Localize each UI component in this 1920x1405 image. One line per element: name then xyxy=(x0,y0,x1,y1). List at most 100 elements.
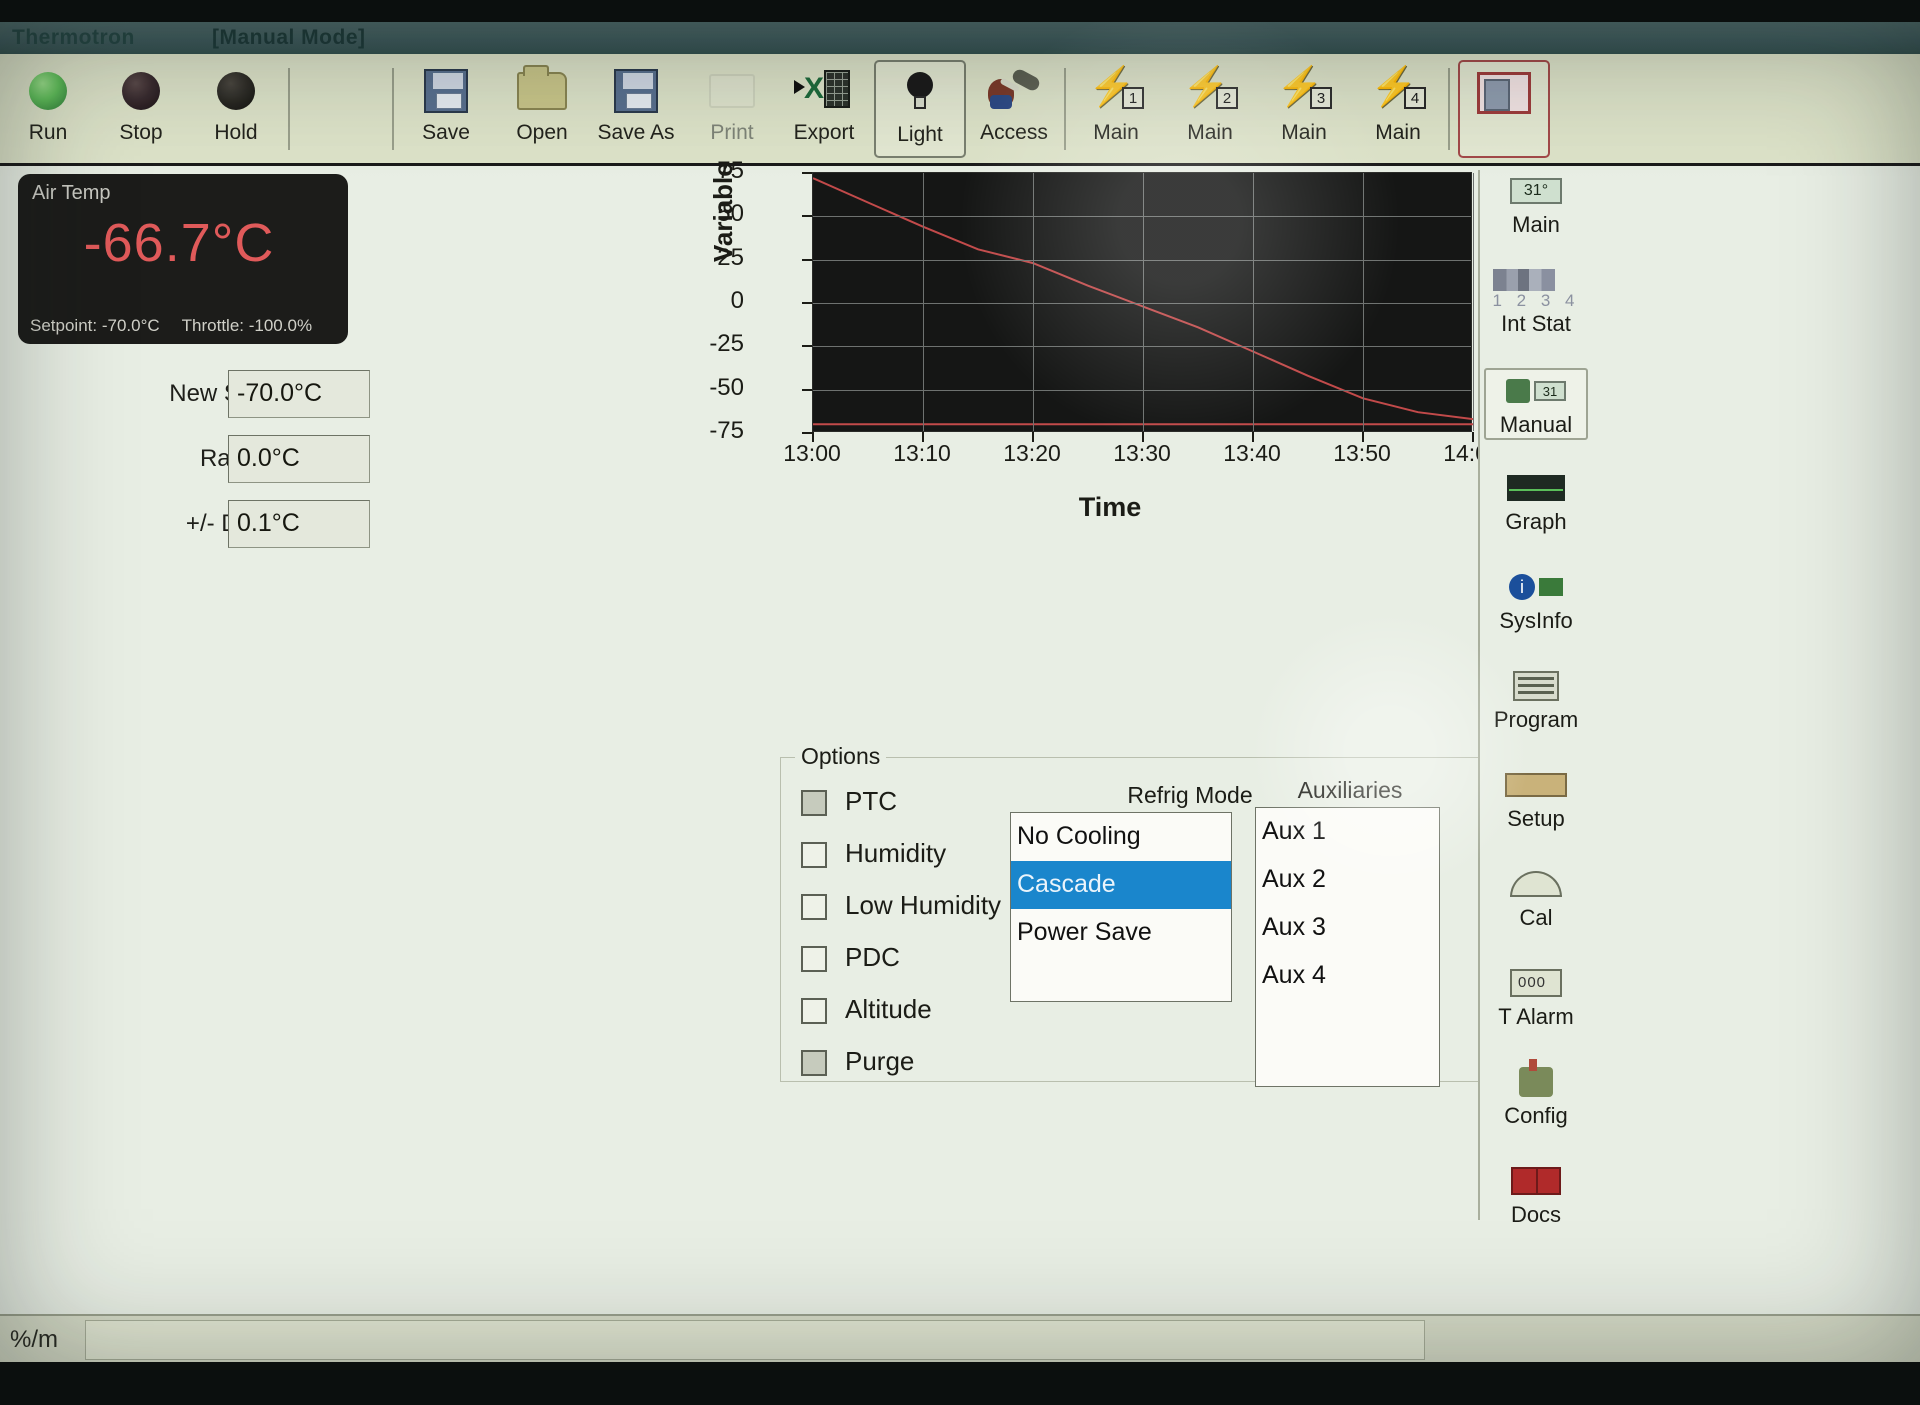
channel-badge: 3 xyxy=(1310,87,1332,109)
chart-y-tick-label: 75 xyxy=(717,157,744,184)
chart-y-tick-mark xyxy=(802,172,812,174)
toolbar-divider xyxy=(392,68,394,150)
export-button-label: Export xyxy=(793,121,855,144)
sidebar-item-manual[interactable]: 31 Manual xyxy=(1484,368,1588,440)
chart-gridline-h xyxy=(813,259,1471,261)
main-channel-3-button[interactable]: ⚡ 3 Main xyxy=(1258,60,1350,158)
chart-x-tick-mark xyxy=(922,432,924,442)
chart-y-tick-mark xyxy=(802,215,812,218)
save-as-button[interactable]: Save As xyxy=(590,60,682,158)
checkbox-label: PDC xyxy=(845,942,900,972)
sidebar-item-label: Setup xyxy=(1507,806,1565,831)
sidebar-item-label: Program xyxy=(1493,707,1579,732)
sidebar-item-config[interactable]: Config xyxy=(1484,1059,1588,1129)
sidebar-item-program[interactable]: Program xyxy=(1484,665,1588,733)
main-channel-4-label: Main xyxy=(1375,121,1421,144)
main-channel-2-button[interactable]: ⚡ 2 Main xyxy=(1164,60,1256,158)
red-lamp-icon xyxy=(95,60,187,122)
stop-button[interactable]: Stop xyxy=(95,60,187,158)
chart-y-tick-mark xyxy=(802,258,812,261)
printer-icon xyxy=(686,60,778,122)
deviation-input[interactable]: 0.1°C xyxy=(228,500,370,548)
print-button[interactable]: Print xyxy=(686,60,778,158)
hold-button[interactable]: Hold xyxy=(190,60,282,158)
sidebar-item-label: Int Stat xyxy=(1501,311,1571,336)
lightning-bolt-icon: ⚡ 3 xyxy=(1258,60,1350,122)
auxiliaries-list[interactable]: Aux 1 Aux 2 Aux 3 Aux 4 xyxy=(1255,807,1440,1087)
chart-gridline-h xyxy=(813,303,1471,304)
chart-x-tick-label: 13:20 xyxy=(1003,440,1061,466)
auxiliary-item[interactable]: Aux 1 xyxy=(1256,808,1439,856)
checkbox-box[interactable] xyxy=(801,998,827,1024)
ramp-rate-row: Ramp Rate: 0.0°C xyxy=(200,435,560,483)
light-button-label: Light xyxy=(897,123,943,146)
new-set-point-input[interactable]: -70.0°C xyxy=(228,370,370,418)
auxiliary-item[interactable]: Aux 4 xyxy=(1256,952,1439,1000)
chart-gridline-h xyxy=(813,216,1471,218)
window-mode-title: [Manual Mode] xyxy=(212,26,366,49)
air-temp-value: -66.7°C xyxy=(83,213,275,273)
setpoint-throttle-line: Setpoint: -70.0°C Throttle: -100.0% xyxy=(30,316,312,336)
checkbox-box[interactable] xyxy=(801,946,827,972)
lightning-bolt-icon: ⚡ 1 xyxy=(1070,60,1162,122)
sidebar-item-int-stat[interactable]: 1 2 3 4 Int Stat xyxy=(1484,269,1588,337)
key-access-icon xyxy=(968,60,1060,122)
checkbox-box[interactable] xyxy=(801,894,827,920)
print-button-label: Print xyxy=(710,121,754,144)
chart-x-tick-mark xyxy=(1142,432,1144,442)
refrig-mode-item[interactable]: No Cooling xyxy=(1011,813,1231,861)
auxiliary-item[interactable]: Aux 3 xyxy=(1256,904,1439,952)
access-button[interactable]: Access xyxy=(968,60,1060,158)
chamber-door-button[interactable] xyxy=(1458,60,1550,158)
ramp-rate-input[interactable]: 0.0°C xyxy=(228,435,370,483)
light-button[interactable]: Light xyxy=(874,60,966,158)
manual-hand-icon: 31 xyxy=(1486,370,1586,412)
chart-gridline-v xyxy=(1363,173,1364,431)
checkbox-box[interactable] xyxy=(801,790,827,816)
main-channel-3-label: Main xyxy=(1281,121,1327,144)
checkbox-label: Humidity xyxy=(845,838,947,868)
open-folder-icon xyxy=(496,60,588,122)
throttle-text: Throttle: -100.0% xyxy=(181,316,313,335)
export-spreadsheet-icon: X xyxy=(778,60,870,122)
sidebar-item-label: Cal xyxy=(1519,905,1553,930)
window-title-bar: Thermotron [Manual Mode] xyxy=(0,22,1920,54)
checkbox-label: PTC xyxy=(845,786,897,816)
chart-gridline-v xyxy=(1253,173,1254,431)
chart-y-tick-label: 50 xyxy=(717,200,744,228)
new-set-point-row: New Set Point: -70.0°C xyxy=(169,370,560,418)
run-button[interactable]: Run xyxy=(2,60,94,158)
refrig-mode-item[interactable]: Power Save xyxy=(1011,909,1231,957)
chart-x-tick-label: 13:00 xyxy=(783,440,841,466)
auxiliary-item[interactable]: Aux 2 xyxy=(1256,856,1439,904)
checkbox-box[interactable] xyxy=(801,842,827,868)
sidebar-item-t-alarm[interactable]: T Alarm xyxy=(1484,962,1588,1030)
open-button[interactable]: Open xyxy=(496,60,588,158)
refrig-mode-list[interactable]: No Cooling Cascade Power Save xyxy=(1010,812,1232,1002)
checkbox-box[interactable] xyxy=(801,1050,827,1076)
amber-lamp-icon xyxy=(190,60,282,122)
sidebar-item-sysinfo[interactable]: i SysInfo xyxy=(1484,566,1588,634)
refrig-mode-item[interactable]: Cascade xyxy=(1011,861,1231,909)
sidebar-item-docs[interactable]: Docs xyxy=(1484,1160,1588,1228)
checkbox-purge[interactable]: Purge xyxy=(801,1046,1061,1088)
export-button[interactable]: X Export xyxy=(778,60,870,158)
main-channel-4-button[interactable]: ⚡ 4 Main xyxy=(1352,60,1444,158)
sidebar-item-main[interactable]: 31° Main xyxy=(1484,170,1588,238)
program-list-icon xyxy=(1484,665,1588,707)
main-channel-1-button[interactable]: ⚡ 1 Main xyxy=(1070,60,1162,158)
sidebar-item-graph[interactable]: Graph xyxy=(1484,467,1588,535)
options-group-title: Options xyxy=(795,743,887,770)
save-button[interactable]: Save xyxy=(400,60,492,158)
setup-slider-icon xyxy=(1484,764,1588,806)
thermometer-alarm-icon xyxy=(1484,962,1588,1004)
sidebar-item-label: Config xyxy=(1504,1103,1568,1128)
chart-x-tick-label: 13:40 xyxy=(1223,440,1281,466)
variable-vs-time-chart: Variable 75 50 25 0 -25 -50 -75 13:00 13:10 13:2… xyxy=(708,157,1501,562)
run-button-label: Run xyxy=(28,121,68,144)
sidebar-item-setup[interactable]: Setup xyxy=(1484,764,1588,832)
chart-y-tick-label: 0 xyxy=(730,287,744,314)
gauge-icon xyxy=(1484,863,1588,905)
sidebar-item-cal[interactable]: Cal xyxy=(1484,863,1588,931)
chart-x-tick-mark xyxy=(1362,432,1364,442)
